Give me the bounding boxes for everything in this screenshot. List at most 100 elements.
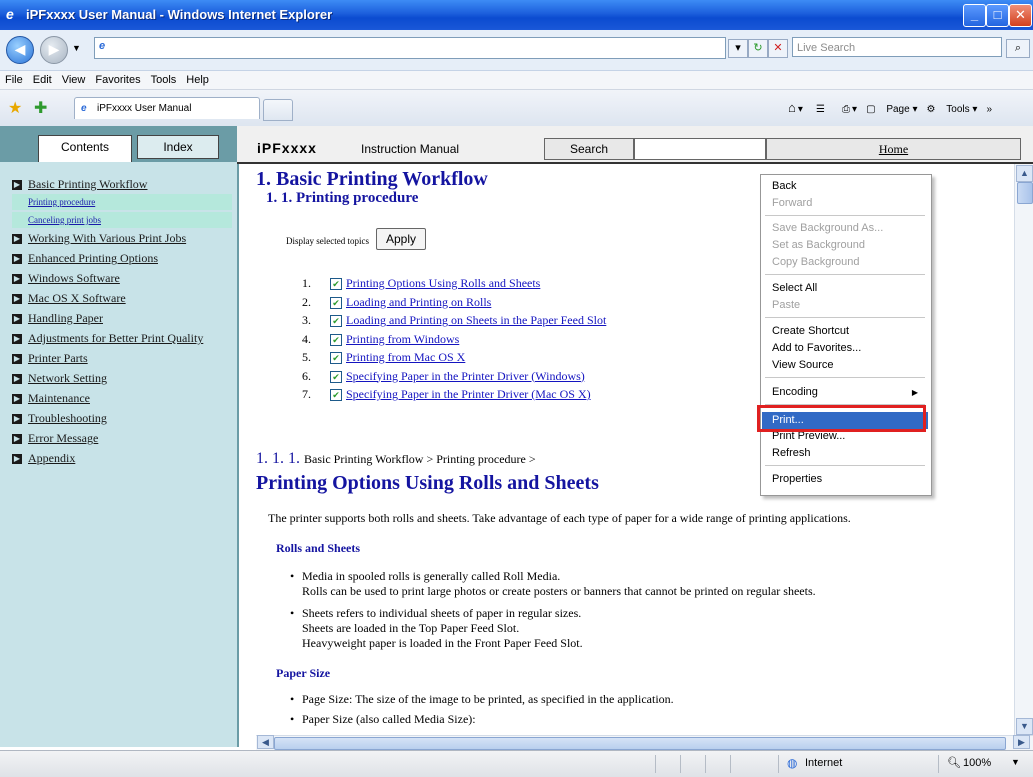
topic-checkbox[interactable]: ✔: [330, 315, 342, 328]
expand-arrow-icon: ▶: [12, 314, 22, 325]
toc-item-enhanced[interactable]: ▶ Enhanced Printing Options: [12, 248, 232, 268]
toc-item-various-jobs[interactable]: ▶ Working With Various Print Jobs: [12, 228, 232, 248]
address-row: ◀ ▶ ▼ e ▾ ↻ ✕ Live Search ⌕: [0, 30, 1033, 71]
close-button[interactable]: ✕: [1009, 4, 1032, 27]
topic-link[interactable]: Printing Options Using Rolls and Sheets: [346, 276, 540, 290]
page-menu-button[interactable]: ▢ Page ▾: [866, 104, 917, 115]
toc-item-network[interactable]: ▶ Network Setting: [12, 368, 232, 388]
address-input[interactable]: e: [94, 37, 726, 59]
zoom-control[interactable]: 🔍︎ 100% ▼: [938, 755, 1029, 773]
title-bar: e iPFxxxx User Manual - Windows Internet…: [0, 0, 1033, 30]
ctx-copy-background[interactable]: Copy Background: [762, 254, 928, 271]
toc-item-troubleshooting[interactable]: ▶ Troubleshooting: [12, 408, 232, 428]
ctx-encoding[interactable]: Encoding ▶: [762, 384, 928, 401]
manual-header: iPFxxxx Instruction Manual Search Home: [237, 126, 1033, 164]
apply-button[interactable]: Apply: [376, 228, 426, 250]
menu-file[interactable]: File: [0, 71, 28, 86]
live-search-input[interactable]: Live Search: [792, 37, 1002, 57]
horizontal-scrollbar[interactable]: ◀ ▶: [256, 735, 1033, 750]
scroll-right-icon[interactable]: ▶: [1013, 735, 1030, 749]
toc-item-appendix[interactable]: ▶ Appendix: [12, 448, 232, 468]
ctx-save-background[interactable]: Save Background As...: [762, 220, 928, 237]
topic-link[interactable]: Loading and Printing on Rolls: [346, 295, 491, 309]
toc-item-error-message[interactable]: ▶ Error Message: [12, 428, 232, 448]
stop-button[interactable]: ✕: [768, 39, 788, 58]
tab-index[interactable]: Index: [137, 135, 219, 159]
vertical-scrollbar[interactable]: ▲ ▼: [1014, 164, 1033, 736]
zone-label: Internet: [805, 757, 843, 769]
topic-checkbox[interactable]: ✔: [330, 278, 342, 291]
topic-link[interactable]: Specifying Paper in the Printer Driver (…: [346, 369, 585, 383]
topic-link[interactable]: Loading and Printing on Sheets in the Pa…: [346, 313, 606, 327]
minimize-button[interactable]: _: [963, 4, 986, 27]
topic-item: 6. ✔ Specifying Paper in the Printer Drive…: [302, 367, 606, 386]
topic-checkbox[interactable]: ✔: [330, 296, 342, 309]
bullet-roll-uses: Rolls can be used to print large photos …: [302, 584, 816, 598]
topic-checkbox[interactable]: ✔: [330, 333, 342, 346]
menu-help[interactable]: Help: [181, 71, 214, 86]
toc-sub-canceling[interactable]: Canceling print jobs: [12, 212, 232, 228]
feeds-icon[interactable]: ☰: [816, 104, 825, 115]
toc-sub-printing-procedure[interactable]: Printing procedure: [12, 194, 232, 210]
page-title: 1. Basic Printing Workflow: [256, 168, 488, 190]
zone-indicator[interactable]: ◍ Internet: [778, 755, 929, 773]
new-tab-button[interactable]: [263, 99, 293, 121]
ctx-back[interactable]: Back: [762, 178, 928, 195]
tools-menu-button[interactable]: ⚙ Tools ▾: [927, 104, 978, 115]
address-dropdown-button[interactable]: ▾: [728, 39, 748, 58]
topic-link[interactable]: Printing from Windows: [346, 332, 459, 346]
toc-item-adjustments[interactable]: ▶ Adjustments for Better Print Quality: [12, 328, 232, 348]
toc-item-windows-software[interactable]: ▶ Windows Software: [12, 268, 232, 288]
topic-link[interactable]: Printing from Mac OS X: [346, 350, 465, 364]
display-topics-label: Display selected topics: [286, 236, 369, 246]
topic-number: 3.: [302, 313, 311, 327]
back-button[interactable]: ◀: [6, 36, 34, 64]
forward-button[interactable]: ▶: [40, 36, 68, 64]
topic-link[interactable]: Specifying Paper in the Printer Driver (…: [346, 387, 591, 401]
ctx-refresh[interactable]: Refresh: [762, 445, 928, 462]
vertical-scroll-thumb[interactable]: [1017, 182, 1033, 204]
ctx-properties[interactable]: Properties: [762, 471, 928, 488]
search-go-button[interactable]: ⌕: [1006, 39, 1030, 58]
home-icon[interactable]: ⌂: [788, 100, 796, 115]
ctx-paste[interactable]: Paste: [762, 297, 928, 314]
toc-item-maintenance[interactable]: ▶ Maintenance: [12, 388, 232, 408]
menu-tools[interactable]: Tools: [146, 71, 182, 86]
maximize-button[interactable]: □: [986, 4, 1009, 27]
history-dropdown-icon[interactable]: ▼: [72, 43, 81, 53]
scroll-left-icon[interactable]: ◀: [257, 735, 274, 749]
tab-contents[interactable]: Contents: [38, 135, 132, 162]
scroll-up-icon[interactable]: ▲: [1016, 165, 1033, 182]
menu-view[interactable]: View: [57, 71, 91, 86]
more-chevron-icon[interactable]: »: [987, 104, 993, 115]
topic-checkbox[interactable]: ✔: [330, 370, 342, 383]
subsection-title: Printing Options Using Rolls and Sheets: [256, 472, 599, 494]
toc-item-basic-printing[interactable]: ▶ Basic Printing Workflow: [12, 174, 232, 194]
manual-search-button[interactable]: Search: [544, 138, 634, 160]
toc-item-mac-software[interactable]: ▶ Mac OS X Software: [12, 288, 232, 308]
ctx-select-all[interactable]: Select All: [762, 280, 928, 297]
toc-item-handling-paper[interactable]: ▶ Handling Paper: [12, 308, 232, 328]
topic-checkbox[interactable]: ✔: [330, 352, 342, 365]
ctx-add-favorites[interactable]: Add to Favorites...: [762, 340, 928, 357]
horizontal-scroll-thumb[interactable]: [274, 737, 1006, 750]
topic-checkbox[interactable]: ✔: [330, 389, 342, 402]
manual-search-input[interactable]: [634, 138, 766, 160]
menu-edit[interactable]: Edit: [28, 71, 57, 86]
zoom-dropdown-icon: ▼: [1011, 757, 1020, 767]
print-icon[interactable]: ⎙: [842, 104, 850, 115]
add-favorite-icon[interactable]: ✚: [34, 98, 47, 118]
toc-label: Troubleshooting: [28, 411, 107, 425]
ctx-forward[interactable]: Forward: [762, 195, 928, 212]
menu-favorites[interactable]: Favorites: [90, 71, 145, 86]
subsection-heading: 1. 1. 1. Basic Printing Workflow > Print…: [256, 450, 536, 468]
ctx-set-background[interactable]: Set as Background: [762, 237, 928, 254]
scroll-down-icon[interactable]: ▼: [1016, 718, 1033, 735]
toc-item-printer-parts[interactable]: ▶ Printer Parts: [12, 348, 232, 368]
refresh-button[interactable]: ↻: [748, 39, 768, 58]
tab-active[interactable]: e iPFxxxx User Manual: [74, 97, 260, 119]
home-link[interactable]: Home: [766, 138, 1021, 160]
ctx-create-shortcut[interactable]: Create Shortcut: [762, 323, 928, 340]
ctx-view-source[interactable]: View Source: [762, 357, 928, 374]
favorites-star-icon[interactable]: ★: [8, 98, 22, 118]
